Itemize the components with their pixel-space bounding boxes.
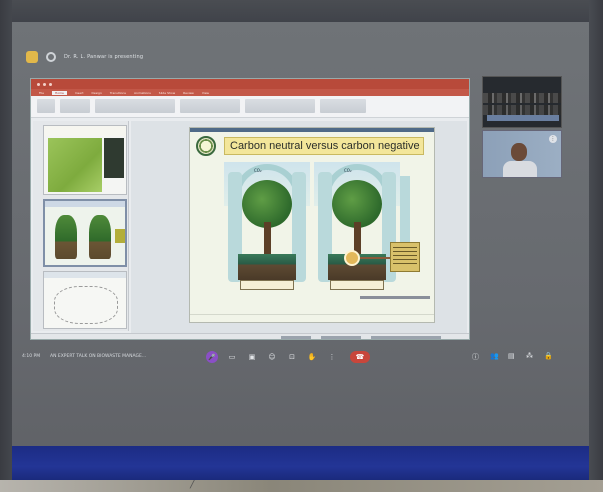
ppt-ribbon xyxy=(31,96,469,118)
participant-tile-speaker[interactable]: ⋮ xyxy=(482,130,562,178)
tab-slideshow[interactable]: Slide Show xyxy=(159,91,175,95)
meeting-name: AN EXPERT TALK ON BIOWASTE MANAGE... xyxy=(50,354,147,359)
biochar-highlight xyxy=(344,250,360,266)
presenting-icon xyxy=(46,52,56,62)
slide-title: Carbon neutral versus carbon negative xyxy=(230,140,420,152)
ppt-ribbon-tabs: File Home Insert Design Transitions Anim… xyxy=(31,89,469,96)
view-buttons[interactable] xyxy=(321,336,361,339)
captions-icon[interactable]: ▣ xyxy=(246,351,258,363)
tab-insert[interactable]: Insert xyxy=(75,91,84,95)
info-icon[interactable]: ⓘ xyxy=(472,352,482,362)
slide-canvas: Carbon neutral versus carbon negative CO… xyxy=(131,121,467,333)
font-group[interactable] xyxy=(95,99,175,113)
paste-button[interactable] xyxy=(37,99,55,113)
tab-animations[interactable]: Animations xyxy=(134,91,151,95)
tab-home[interactable]: Home xyxy=(52,90,67,95)
emoji-icon[interactable]: ☺ xyxy=(266,351,278,363)
tree-icon xyxy=(242,180,292,228)
hand-icon[interactable]: ✋ xyxy=(306,351,318,363)
people-icon[interactable]: 👥 xyxy=(490,352,500,362)
ppt-status-bar xyxy=(31,333,469,339)
soil-layer xyxy=(238,254,296,280)
present-icon[interactable]: ⊡ xyxy=(286,351,298,363)
ppt-title-bar xyxy=(31,79,469,89)
carbon-neutral-diagram: CO₂ xyxy=(224,162,310,292)
camera-icon[interactable]: ▭ xyxy=(226,351,238,363)
editing-group[interactable] xyxy=(320,99,366,113)
screen-bottom-band xyxy=(12,446,589,480)
carbon-negative-diagram: CO₂ xyxy=(314,162,406,292)
lock-icon[interactable]: 🔒 xyxy=(544,352,554,362)
tab-review[interactable]: Review xyxy=(183,91,194,95)
app-icon[interactable] xyxy=(26,51,38,63)
notes-button[interactable] xyxy=(281,336,311,339)
wall-top xyxy=(0,0,603,22)
chat-icon[interactable]: ▤ xyxy=(508,352,518,362)
diagram-caption-box xyxy=(240,280,294,290)
shared-window: File Home Insert Design Transitions Anim… xyxy=(30,78,470,340)
tab-view[interactable]: View xyxy=(202,91,209,95)
activities-icon[interactable]: ⁂ xyxy=(526,352,536,362)
slide-credit-line xyxy=(360,296,430,299)
slide-thumb[interactable]: 20 xyxy=(43,125,127,195)
slide-thumb[interactable]: 22 xyxy=(43,271,127,329)
current-slide[interactable]: Carbon neutral versus carbon negative CO… xyxy=(189,127,435,323)
meet-toolbar: 4:10 PM AN EXPERT TALK ON BIOWASTE MANAG… xyxy=(12,346,589,370)
presenter-banner: Dr. R. L. Panwar is presenting xyxy=(64,54,144,60)
flow-pipe xyxy=(400,176,410,242)
projection-screen: Dr. R. L. Panwar is presenting File Home… xyxy=(12,22,589,480)
floor xyxy=(0,480,603,492)
participant-tile-audience[interactable] xyxy=(482,76,562,128)
diagram-caption-box xyxy=(330,280,384,290)
more-options-icon[interactable]: ⋮ xyxy=(549,135,557,143)
slides-group[interactable] xyxy=(60,99,90,113)
slide-title-box: Carbon neutral versus carbon negative xyxy=(224,137,424,155)
end-call-icon[interactable]: ☎ xyxy=(350,351,370,363)
slide-thumb-selected[interactable]: 21 xyxy=(43,199,127,267)
tab-file[interactable]: File xyxy=(39,91,44,95)
zoom-slider[interactable] xyxy=(371,336,441,339)
tab-design[interactable]: Design xyxy=(92,91,102,95)
callout-box xyxy=(390,242,420,272)
more-icon[interactable]: ⋮ xyxy=(326,351,338,363)
tab-transitions[interactable]: Transitions xyxy=(110,91,126,95)
floor-mark: ╱ xyxy=(190,478,197,489)
co2-label: CO₂ xyxy=(344,168,352,173)
drawing-group[interactable] xyxy=(245,99,315,113)
meet-header: Dr. R. L. Panwar is presenting xyxy=(26,48,143,66)
institute-logo xyxy=(196,136,216,156)
wall-left xyxy=(0,0,12,492)
tree-icon xyxy=(332,180,382,228)
co2-label: CO₂ xyxy=(254,168,262,173)
mic-icon[interactable]: 🎤 xyxy=(206,351,218,363)
meeting-time: 4:10 PM xyxy=(22,354,41,359)
wall-right xyxy=(589,0,603,492)
slide-thumbnails: 20 21 22 xyxy=(33,121,129,331)
window-controls[interactable] xyxy=(37,82,52,86)
paragraph-group[interactable] xyxy=(180,99,240,113)
slide-footer xyxy=(190,314,434,322)
